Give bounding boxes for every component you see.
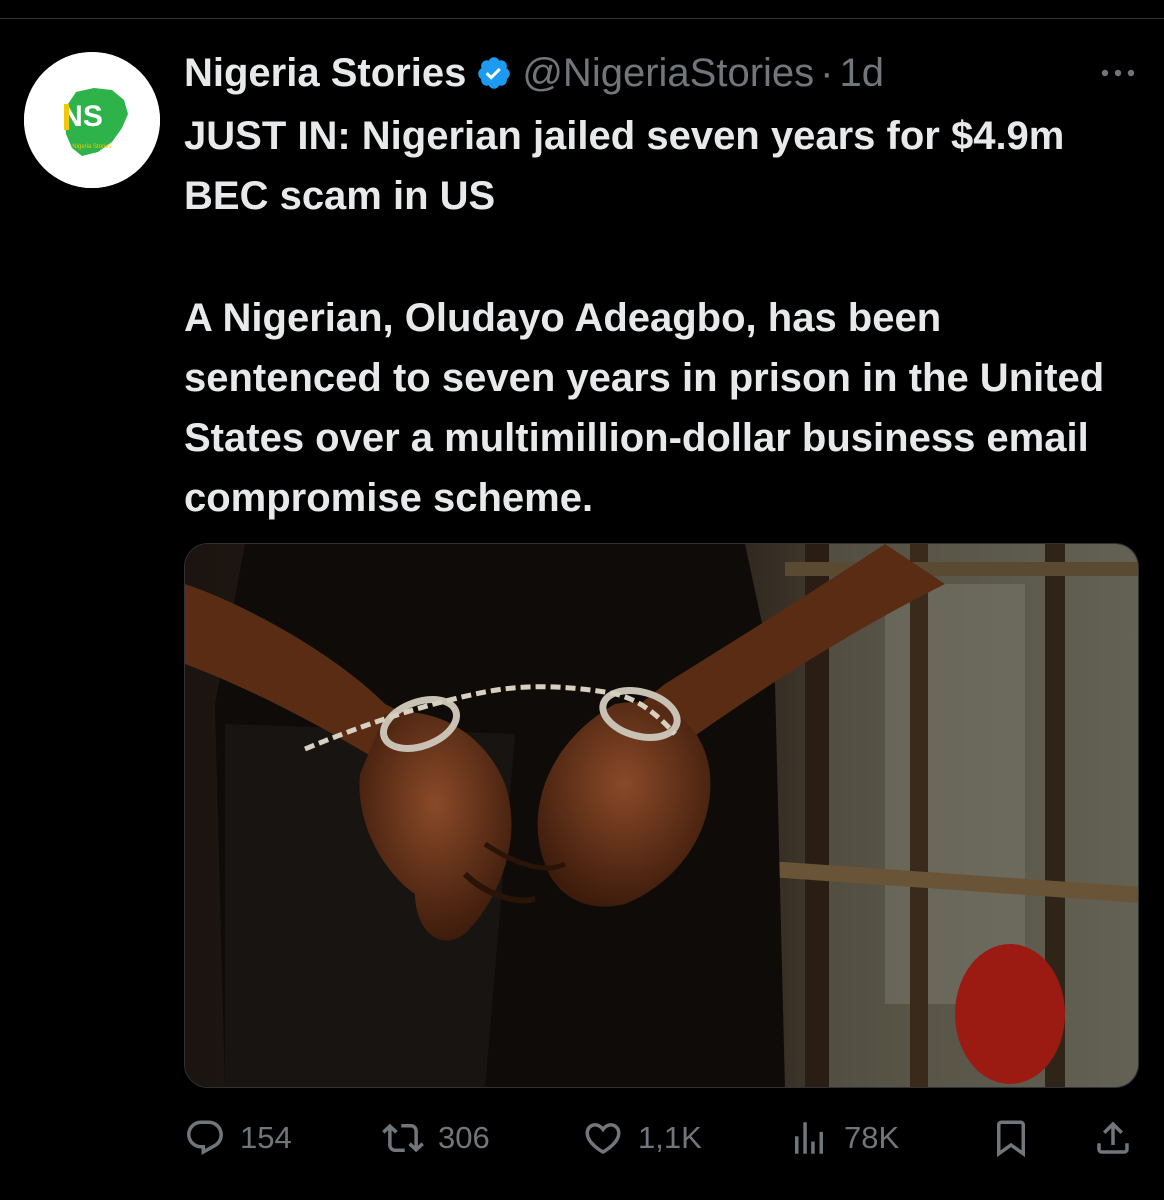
repost-count: 306 xyxy=(438,1120,490,1155)
reply-count: 154 xyxy=(240,1120,292,1155)
handle[interactable]: @NigeriaStories xyxy=(522,51,814,96)
photo-handcuffed-hands-image xyxy=(185,544,1138,1087)
tweet-header: Nigeria Stories @NigeriaStories · 1d xyxy=(184,48,884,98)
tweet-actions: 154 306 1,1K 78K xyxy=(184,1110,1139,1166)
repost-button[interactable]: 306 xyxy=(382,1110,490,1166)
tweet-text: JUST IN: Nigerian jailed seven years for… xyxy=(184,106,1144,528)
like-button[interactable]: 1,1K xyxy=(582,1110,702,1166)
reply-icon xyxy=(184,1117,226,1159)
display-name[interactable]: Nigeria Stories xyxy=(184,51,466,96)
verified-badge-icon xyxy=(476,55,512,91)
timestamp[interactable]: 1d xyxy=(839,51,884,96)
avatar[interactable]: NS Nigeria Stories xyxy=(24,52,160,188)
separator-dot: · xyxy=(820,50,834,95)
repost-icon xyxy=(382,1117,424,1159)
tweet-photo[interactable] xyxy=(184,543,1139,1088)
view-count: 78K xyxy=(844,1120,900,1155)
logo-subtext: Nigeria Stories xyxy=(72,144,111,150)
share-icon xyxy=(1092,1117,1134,1159)
like-count: 1,1K xyxy=(638,1120,702,1155)
more-options-icon[interactable] xyxy=(1098,58,1138,88)
like-icon xyxy=(582,1117,624,1159)
nigeria-stories-logo-icon: NS Nigeria Stories xyxy=(24,52,160,188)
views-button[interactable]: 78K xyxy=(788,1110,899,1166)
top-divider xyxy=(0,18,1164,19)
bookmark-icon xyxy=(990,1117,1032,1159)
reply-button[interactable]: 154 xyxy=(184,1110,292,1166)
share-button[interactable] xyxy=(1092,1110,1134,1166)
tweet-headline: JUST IN: Nigerian jailed seven years for… xyxy=(184,114,1065,218)
tweet-body: A Nigerian, Oludayo Adeagbo, has been se… xyxy=(184,296,1105,520)
bookmark-button[interactable] xyxy=(990,1110,1032,1166)
views-icon xyxy=(788,1117,830,1159)
